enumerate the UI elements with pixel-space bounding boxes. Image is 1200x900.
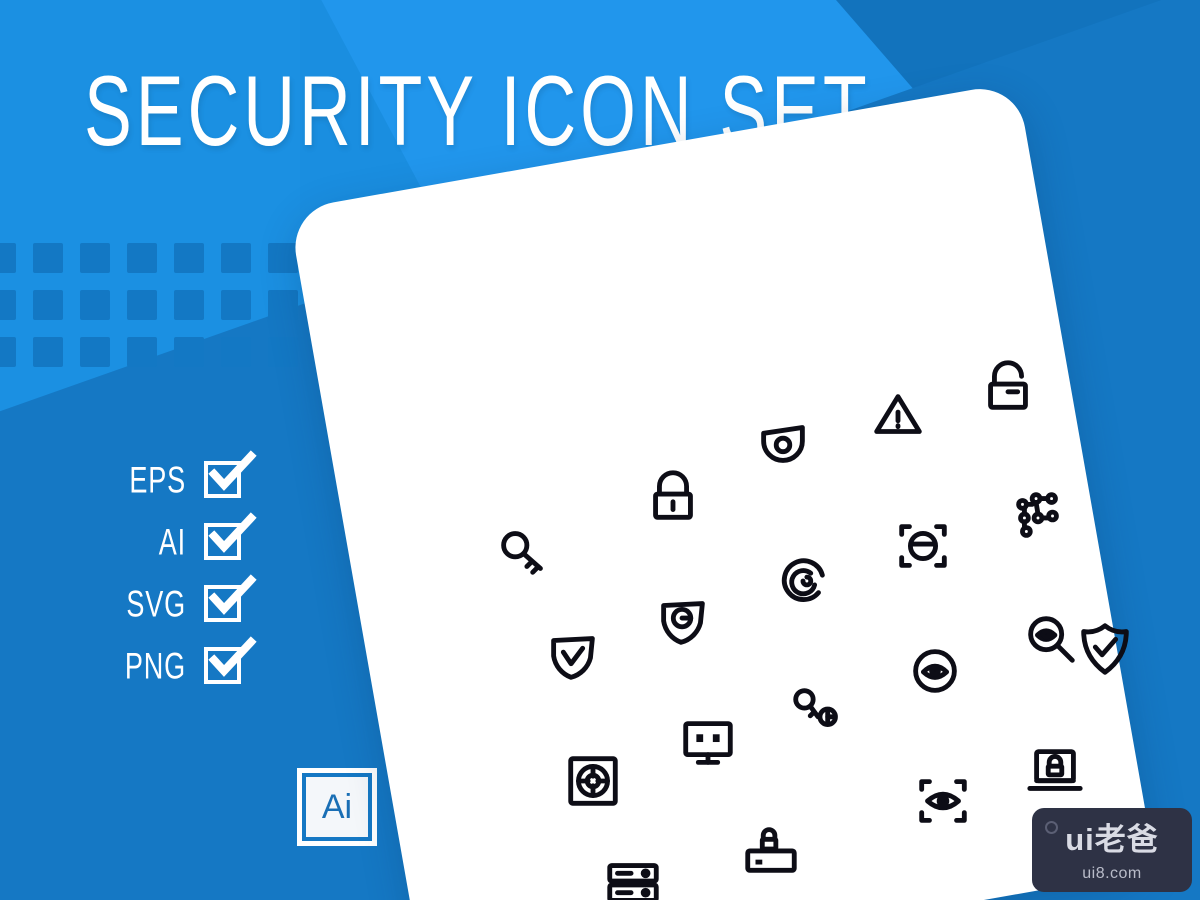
dot-grid-cell — [174, 337, 204, 367]
shield-lock-icon — [652, 590, 714, 652]
security-camera-icon — [752, 412, 814, 474]
dot-grid-cell — [268, 290, 298, 320]
key-icon — [492, 520, 554, 582]
face-scan-icon — [892, 515, 954, 577]
radar-frame-icon — [562, 750, 624, 812]
dot-grid-cell — [221, 243, 251, 273]
checkbox-checked-icon[interactable] — [204, 635, 257, 684]
dot-grid-cell — [127, 337, 157, 367]
dot-grid-cell — [127, 290, 157, 320]
icon-showcase-card — [288, 81, 1156, 900]
dot-grid-cell — [0, 290, 16, 320]
server-rack-icon — [602, 852, 664, 900]
icon-grid — [352, 140, 1129, 900]
dot-grid-cell — [174, 243, 204, 273]
padlock-closed-icon — [642, 465, 704, 527]
dot-grid-pattern — [0, 243, 298, 368]
eye-scan-icon — [912, 770, 974, 832]
dot-grid-cell — [33, 337, 63, 367]
checkbox-checked-icon[interactable] — [204, 511, 257, 560]
dot-grid-cell — [127, 243, 157, 273]
dot-grid-cell — [221, 290, 251, 320]
format-label: AI — [158, 520, 186, 562]
magnifier-eye-icon — [1020, 608, 1082, 670]
laptop-lock-icon — [1024, 740, 1086, 802]
format-label: EPS — [129, 458, 186, 500]
eye-circle-icon — [904, 640, 966, 702]
format-row-svg[interactable]: SVG — [104, 572, 257, 634]
format-label: PNG — [124, 644, 186, 686]
keys-pair-icon — [787, 680, 849, 742]
warning-triangle-icon — [867, 385, 929, 447]
padlock-open-icon — [977, 355, 1039, 417]
dot-grid-cell — [268, 243, 298, 273]
checkbox-checked-icon[interactable] — [204, 573, 257, 622]
dot-grid-cell — [174, 290, 204, 320]
network-nodes-icon — [1007, 485, 1069, 547]
watermark-sub-text: ui8.com — [1082, 865, 1142, 882]
dot-grid-cell — [80, 243, 110, 273]
dot-grid-cell — [80, 337, 110, 367]
dot-grid-cell — [268, 337, 298, 367]
dot-grid-cell — [0, 243, 16, 273]
format-row-png[interactable]: PNG — [104, 634, 257, 696]
watermark-main-text: ui老爸 — [1065, 822, 1159, 857]
dot-grid-cell — [221, 337, 251, 367]
dot-grid-cell — [33, 290, 63, 320]
dot-grid-cell — [33, 243, 63, 273]
format-row-eps[interactable]: EPS — [104, 448, 257, 510]
shield-check-icon — [542, 625, 604, 687]
adobe-illustrator-label: Ai — [321, 788, 353, 826]
watermark: ui老爸 ui8.com — [1032, 808, 1192, 892]
format-list: EPS AI SVG PNG — [104, 448, 257, 696]
dot-grid-cell — [80, 290, 110, 320]
shield-check-alt-icon — [1074, 618, 1136, 680]
poster-canvas: SECURITY ICON SET EPS AI SVG PNG Ai ui老爸… — [0, 0, 1200, 900]
monitor-screen-icon — [677, 712, 739, 774]
dot-grid-cell — [0, 337, 16, 367]
format-row-ai[interactable]: AI — [104, 510, 257, 572]
checkbox-checked-icon[interactable] — [204, 449, 257, 498]
format-label: SVG — [126, 582, 186, 624]
fingerprint-icon — [772, 550, 834, 612]
card-lock-icon — [740, 818, 802, 880]
